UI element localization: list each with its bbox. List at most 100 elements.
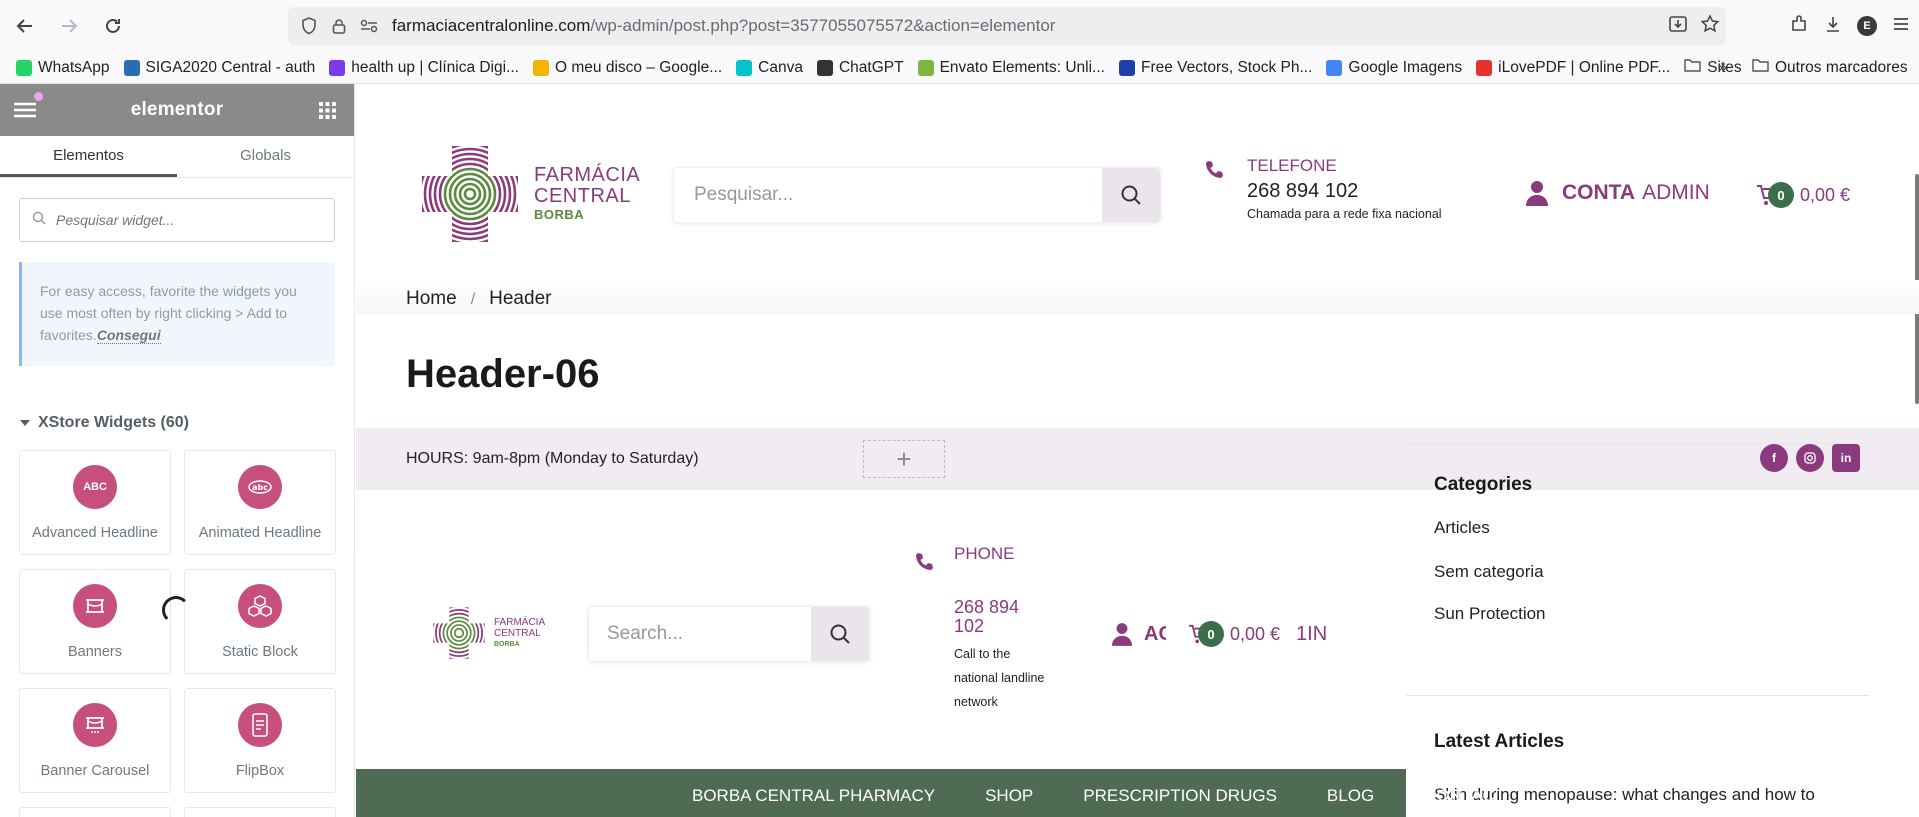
forward-button[interactable] [50, 7, 88, 45]
search-icon [830, 624, 850, 644]
bookmark-favicon-icon [1118, 59, 1135, 76]
reload-button[interactable] [94, 7, 132, 45]
save-to-pocket-icon[interactable] [1668, 14, 1688, 39]
bookmark-item[interactable]: Google Imagens [1326, 59, 1462, 77]
url-host: farmaciacentralonline.com [392, 16, 591, 35]
hamburger-icon[interactable] [14, 102, 36, 123]
nav-item-contact[interactable]: CONTACT [1424, 786, 1505, 806]
tab-globals[interactable]: Globals [177, 136, 354, 177]
notification-dot [34, 92, 43, 101]
widget-search[interactable] [19, 198, 335, 242]
notice-dismiss-link[interactable]: Consegui [96, 327, 161, 344]
back-button[interactable] [6, 7, 44, 45]
caret-down-icon [20, 420, 30, 426]
nav-item-shop[interactable]: SHOP [985, 786, 1033, 806]
bookmark-item[interactable]: SIGA2020 Central - auth [123, 58, 316, 77]
bookmark-item[interactable]: WhatsApp [16, 59, 110, 77]
widget-search-input[interactable] [56, 212, 316, 228]
bookmark-label: SIGA2020 Central - auth [145, 58, 316, 76]
widget-banners[interactable]: Banners [19, 569, 171, 674]
cart-link-2[interactable]: 0 0,00 € 1IN [1188, 621, 1328, 647]
bookmark-favicon-icon [16, 59, 32, 76]
address-bar[interactable]: farmaciacentralonline.com/wp-admin/post.… [288, 7, 1726, 45]
bookmark-item[interactable]: Canva [736, 59, 803, 77]
widget-partial[interactable] [19, 807, 171, 817]
extensions-icon[interactable] [1789, 14, 1809, 39]
site-search-2[interactable]: Search... [588, 606, 870, 662]
animated-abc-icon: abc [238, 465, 282, 509]
widget-animated-headline[interactable]: abc Animated Headline [184, 450, 336, 555]
reload-icon [106, 18, 120, 33]
nav-item-pharmacy[interactable]: BORBA CENTRAL PHARMACY [692, 786, 935, 806]
shield-icon[interactable] [300, 17, 318, 35]
profile-avatar[interactable]: E [1857, 16, 1877, 36]
search-icon [1121, 185, 1141, 205]
bookmark-item[interactable]: ChatGPT [816, 59, 904, 77]
widget-advanced-headline[interactable]: ABC Advanced Headline [19, 450, 171, 555]
bookmark-label: WhatsApp [38, 58, 110, 76]
widget-label: Banner Carousel [40, 763, 150, 779]
bookmarks-bar: WhatsApp SIGA2020 Central - auth health up… [0, 52, 1919, 84]
bookmark-folder-sites[interactable]: Sites [1684, 58, 1742, 77]
page-title: Header-06 [406, 352, 600, 396]
cart-link[interactable]: 0 0,00 € [1756, 182, 1850, 208]
widget-label: Banners [67, 644, 122, 660]
nav-item-prescription[interactable]: PRESCRIPTION DRUGS [1083, 786, 1277, 806]
site-permissions-icon[interactable] [360, 17, 378, 35]
bookmark-item[interactable]: iLovePDF | Online PDF... [1476, 59, 1670, 77]
widget-category-toggle[interactable]: XStore Widgets (60) [20, 414, 354, 432]
widget-flipbox[interactable]: FlipBox [184, 688, 336, 793]
category-link[interactable]: Articles [1434, 518, 1546, 538]
site-search-button[interactable] [1102, 168, 1160, 222]
widget-banner-carousel[interactable]: Banner Carousel [19, 688, 171, 793]
site-search-button-2[interactable] [811, 607, 869, 661]
linkedin-icon[interactable]: in [1832, 444, 1860, 472]
category-link[interactable]: Sem categoria [1434, 562, 1546, 582]
tab-elementos[interactable]: Elementos [0, 136, 177, 177]
site-logo-small[interactable]: FARMÁCIA CENTRAL BORBA [430, 604, 545, 662]
widget-partial[interactable] [184, 807, 336, 817]
widget-static-block[interactable]: Static Block [184, 569, 336, 674]
phone-number-2[interactable]: 268 894 102 [954, 598, 1044, 636]
phone-title-2: PHONE [954, 544, 1015, 563]
bookmark-item[interactable]: Free Vectors, Stock Ph... [1118, 59, 1312, 77]
site-search-input-2[interactable]: Search... [607, 623, 683, 645]
nav-item-blog[interactable]: BLOG [1327, 786, 1374, 806]
menu-icon[interactable] [1891, 14, 1911, 39]
cart-total: 0,00 € [1800, 184, 1851, 205]
breadcrumb-home[interactable]: Home [406, 288, 457, 309]
bookmarks-overflow[interactable]: » [1718, 59, 1727, 77]
add-section-button[interactable]: + [863, 440, 945, 478]
account-link[interactable]: CONTA ADMIN [1526, 180, 1710, 206]
bookmark-label: health up | Clínica Digi... [351, 58, 519, 76]
url-text[interactable]: farmaciacentralonline.com/wp-admin/post.… [392, 16, 1055, 36]
bookmark-item[interactable]: Envato Elements: Unli... [917, 59, 1105, 77]
logo-line-1: FARMÁCIA [534, 164, 641, 186]
account-username: ADMIN [1642, 181, 1710, 204]
grid-icon[interactable] [319, 102, 336, 124]
bookmark-item[interactable]: O meu disco – Google... [533, 59, 722, 77]
bookmark-star-icon[interactable] [1700, 13, 1720, 39]
downloads-icon[interactable] [1823, 14, 1843, 39]
site-search[interactable]: Pesquisar... [673, 167, 1161, 223]
categories-title: Categories [1434, 474, 1533, 495]
carousel-icon [73, 703, 117, 747]
logo-line-3: BORBA [534, 207, 585, 222]
phone-number[interactable]: 268 894 102 [1247, 180, 1442, 203]
phone-icon [914, 552, 934, 577]
phone-block-2: PHONE 268 894 102 Call to the national l… [914, 544, 1054, 714]
facebook-icon[interactable]: f [1760, 444, 1788, 472]
account-link-2[interactable]: AC [1112, 622, 1166, 646]
category-link[interactable]: Sun Protection [1434, 604, 1546, 624]
widget-label: FlipBox [235, 763, 285, 779]
site-logo[interactable]: FARMÁCIA CENTRAL BORBA [416, 140, 640, 248]
bookmark-label: Google Imagens [1348, 58, 1463, 76]
sidebar-divider-2 [1406, 695, 1869, 696]
lock-icon[interactable] [330, 17, 348, 35]
bookmark-item[interactable]: health up | Clínica Digi... [329, 59, 519, 77]
folder-icon [1752, 58, 1769, 77]
site-search-input[interactable]: Pesquisar... [694, 184, 1094, 206]
instagram-icon[interactable] [1796, 444, 1824, 472]
flipbox-icon [238, 703, 282, 747]
bookmark-other[interactable]: Outros marcadores [1752, 58, 1908, 77]
